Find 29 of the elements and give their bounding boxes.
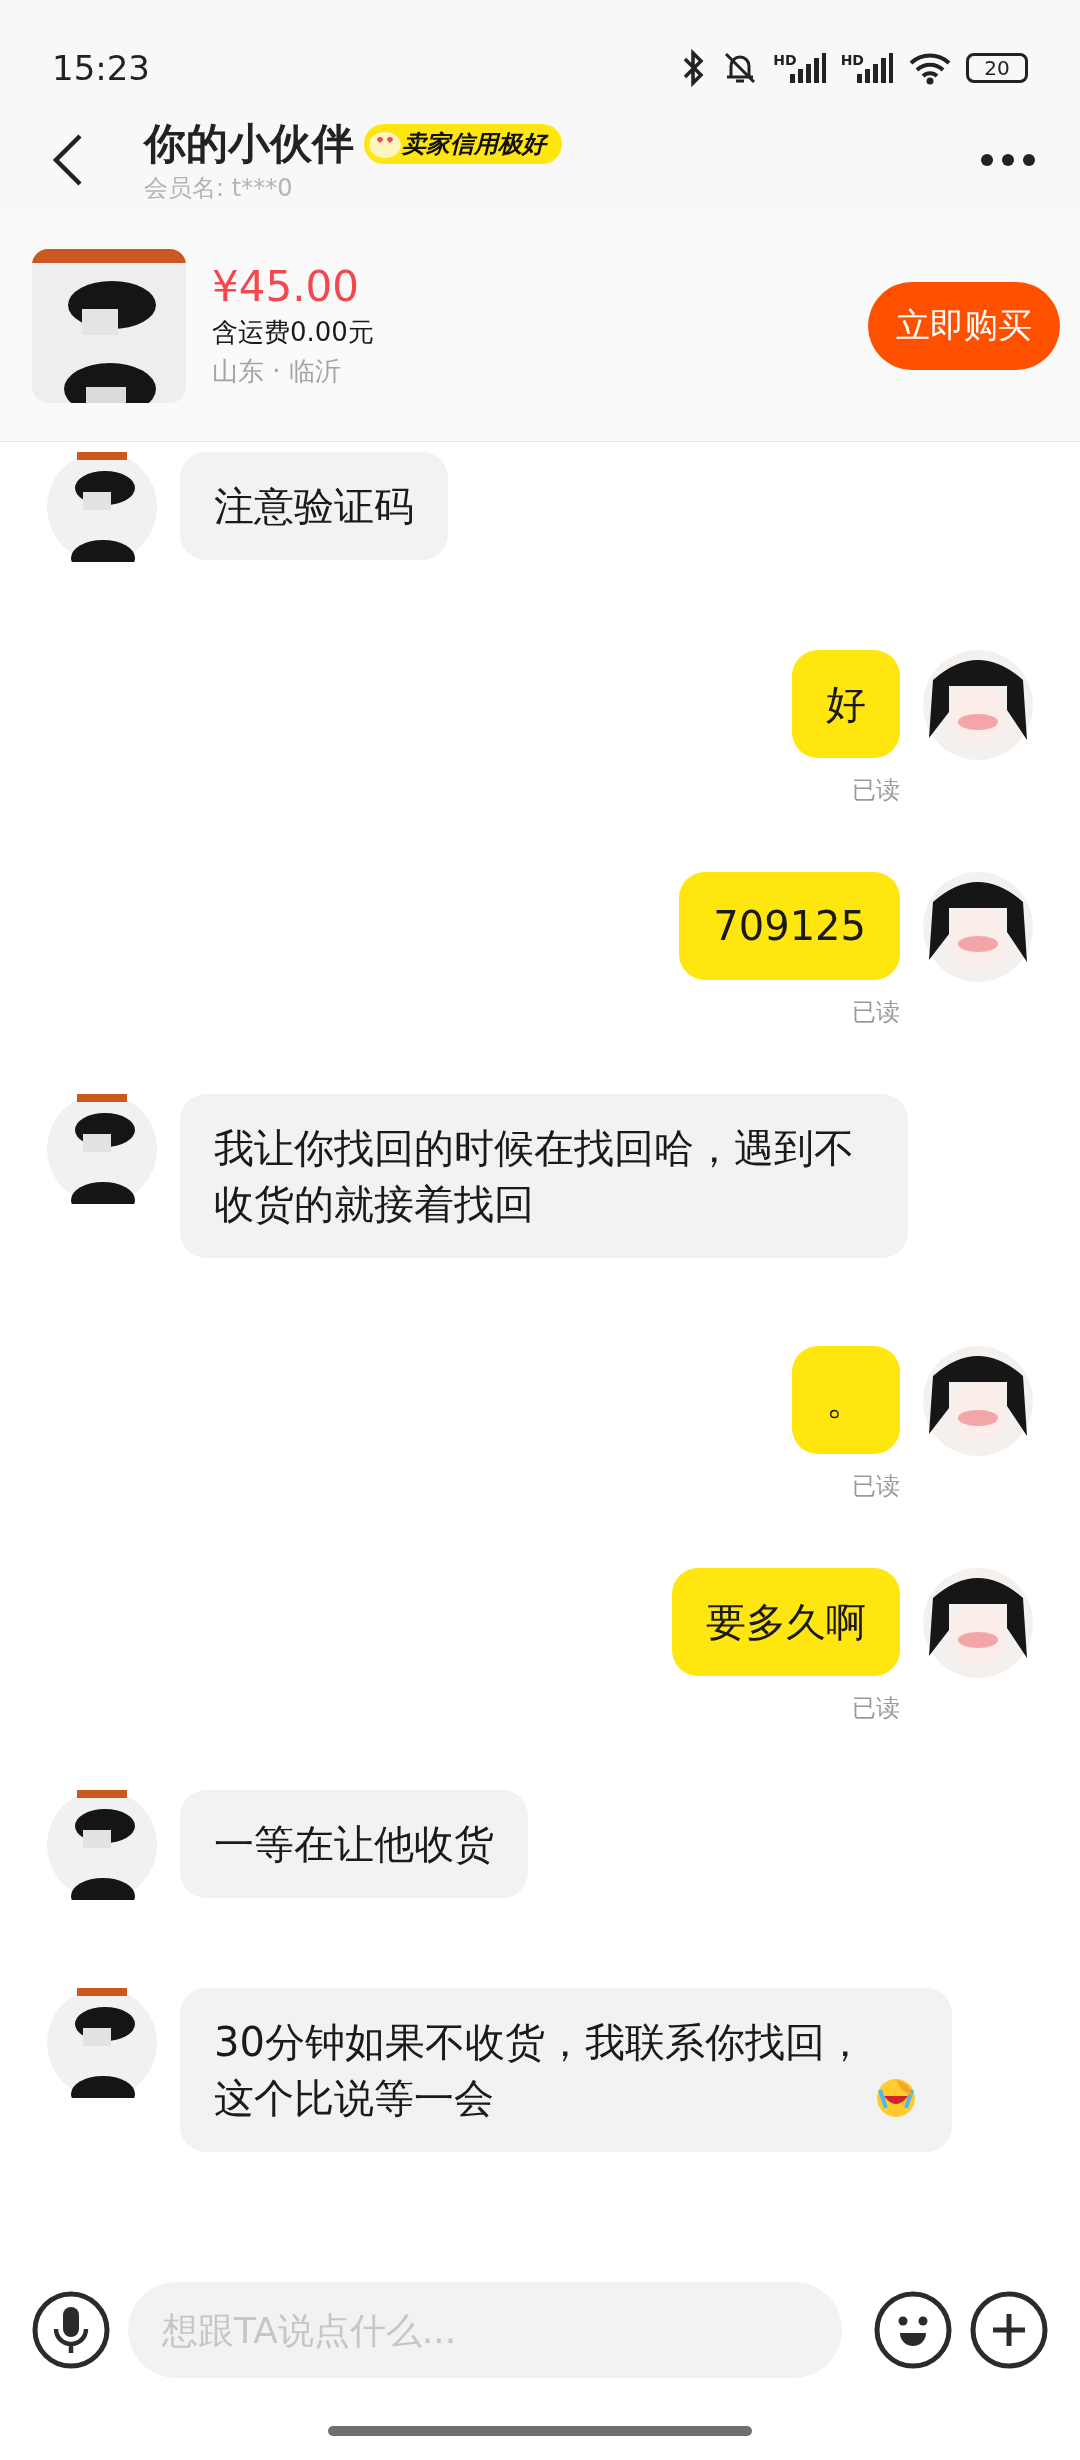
message-text: 好 (826, 680, 866, 729)
hd-label: HD (840, 52, 864, 68)
read-status: 已读 (852, 1693, 900, 1724)
heart-eyes-emoji-icon (368, 129, 402, 159)
read-status: 已读 (852, 775, 900, 806)
buy-now-button[interactable]: 立即购买 (868, 281, 1060, 370)
message-text: 30分钟如果不收货，我联系你找回，这个比说等一会 (214, 2018, 866, 2123)
message-text: 一等在让他收货 (214, 1820, 494, 1869)
shipping-fee: 含运费0.00元 (212, 316, 375, 349)
message-text: 注意验证码 (214, 482, 414, 531)
read-status: 已读 (852, 997, 900, 1028)
hd-label: HD (773, 52, 797, 68)
more-icon[interactable] (980, 153, 1036, 167)
status-time: 15:23 (52, 48, 150, 88)
message-text: 要多久啊 (706, 1598, 866, 1647)
message-text: 709125 (713, 902, 866, 951)
product-location: 山东 · 临沂 (212, 355, 342, 388)
message-text: 。 (826, 1376, 866, 1425)
product-price: ¥45.00 (212, 262, 360, 311)
microphone-icon[interactable] (32, 2291, 110, 2369)
seller-credit-badge: 卖家信用极好 (364, 124, 562, 164)
message-text: 我让你找回的时候在找回哈，遇到不收货的就接着找回 (214, 1124, 855, 1229)
plus-icon[interactable] (970, 2291, 1048, 2369)
chat-title: 你的小伙伴 (144, 118, 354, 170)
emoji-icon[interactable] (874, 2291, 952, 2369)
member-name: 会员名: t***0 (144, 173, 294, 204)
battery-indicator: 20 (966, 53, 1028, 83)
read-status: 已读 (852, 1471, 900, 1502)
wifi-icon (908, 51, 952, 85)
